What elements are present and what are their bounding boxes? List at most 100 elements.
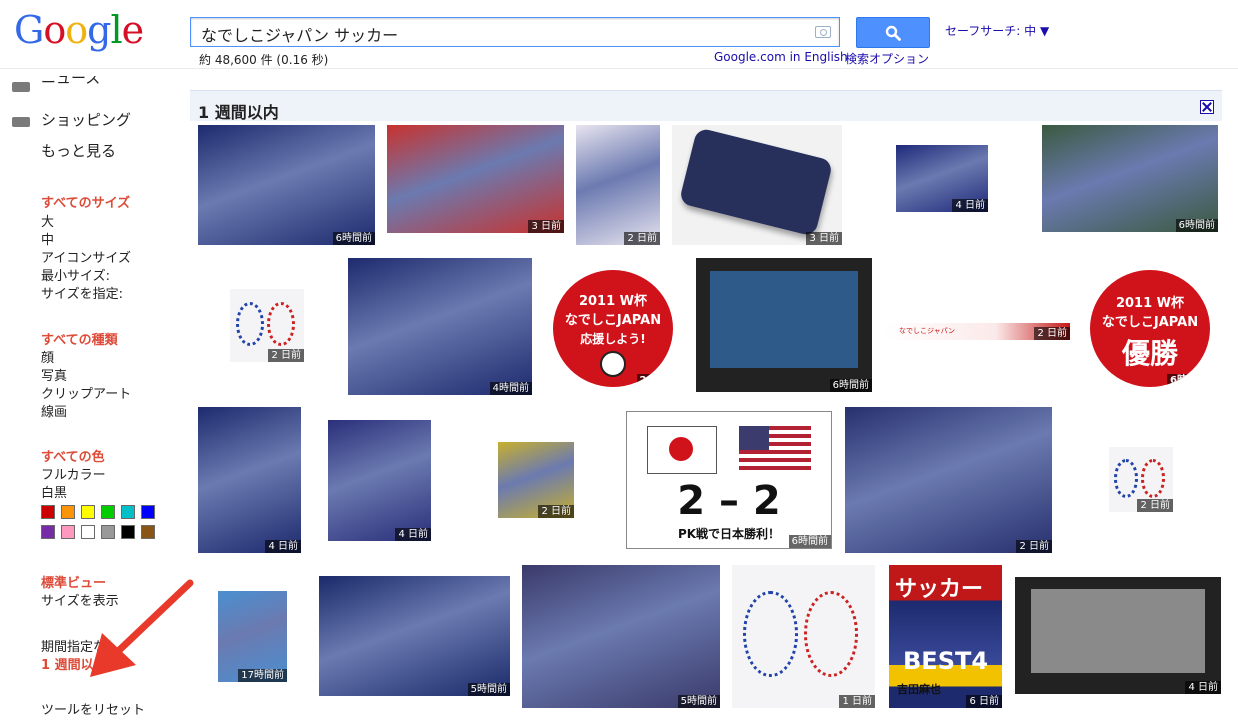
image-result-thumbnail[interactable]: サッカー BEST4 吉田麻也 6 日前 [889,565,1002,708]
tv-screen [710,271,858,368]
size-option-minimum[interactable]: 最小サイズ: [41,265,110,284]
color-swatch[interactable] [61,505,75,519]
search-options-link[interactable]: 検索オプション [845,50,929,67]
magazine-headline: BEST4 [903,647,989,675]
sidebar-item-more[interactable]: もっと見る [41,140,116,161]
close-icon[interactable] [1200,100,1214,114]
search-button[interactable] [856,17,930,48]
size-option-icon[interactable]: アイコンサイズ [41,247,131,266]
color-swatch[interactable] [41,525,55,539]
size-filter-heading[interactable]: すべてのサイズ [41,192,130,211]
search-query-text[interactable]: なでしこジャパン サッカー [201,22,398,46]
score-text: 2 – 2 [677,478,781,524]
time-filter-title: 1 週間以内 [198,103,279,122]
badge-line3: 応援しよう! [580,332,646,346]
image-result-thumbnail[interactable]: 4時間前 [348,258,532,395]
image-result-thumbnail[interactable]: 2 日前 [845,407,1052,553]
color-swatch[interactable] [81,505,95,519]
image-result-thumbnail[interactable]: 3 日前 [387,125,564,233]
time-label: 4 日前 [265,540,301,553]
image-result-thumbnail[interactable]: 4 日前 [328,420,431,541]
image-result-thumbnail[interactable]: 2 日前 [1109,447,1173,512]
type-option-photo[interactable]: 写真 [41,365,67,384]
image-result-thumbnail[interactable]: 1 日前 [732,565,875,708]
color-option-full[interactable]: フルカラー [41,464,106,483]
color-swatch[interactable] [101,505,115,519]
image-result-thumbnail[interactable]: なでしこジャパン 2 日前 [885,323,1070,340]
camera-icon[interactable] [815,26,831,38]
google-logo[interactable]: Google [14,8,144,52]
bracelet-shape [1141,458,1166,498]
image-result-thumbnail[interactable]: 5時間前 [522,565,720,708]
color-filter-heading[interactable]: すべての色 [41,446,105,465]
sidebar-item-news[interactable]: ニュース [41,76,100,88]
time-label: 4 日前 [952,199,988,212]
type-option-face[interactable]: 顔 [41,347,54,366]
image-result-thumbnail[interactable]: 2011 W杯 なでしこJAPAN 優勝 6時間前 [1090,270,1210,387]
time-label: 5時間前 [677,695,720,708]
image-result-thumbnail[interactable]: 2011 W杯 なでしこJAPAN 応援しよう! 2 日前 [553,270,673,387]
type-option-lineart[interactable]: 線画 [41,401,67,420]
time-label: 2 日前 [538,505,574,518]
time-label: 2 日前 [624,232,660,245]
safesearch-dropdown[interactable]: セーフサーチ: 中 ▼ [945,22,1049,39]
magazine-title: サッカー [895,577,984,602]
phone-case-shape [678,127,834,237]
shopping-tag-icon [12,117,30,127]
image-result-thumbnail[interactable]: 6時間前 [1042,125,1218,232]
color-swatch[interactable] [121,505,135,519]
size-option-exact[interactable]: サイズを指定: [41,283,123,302]
image-result-thumbnail[interactable]: 2 日前 [230,289,304,362]
time-label: 4 日前 [1185,681,1221,694]
color-option-bw[interactable]: 白黒 [41,482,67,501]
time-label: 2 日前 [1137,499,1173,512]
time-label: 6時間前 [829,379,872,392]
time-label: 2 日前 [636,374,673,387]
bracelet-shape [1114,458,1139,498]
size-option-large[interactable]: 大 [41,211,54,230]
search-input[interactable]: なでしこジャパン サッカー [190,17,840,47]
image-result-thumbnail[interactable]: 4 日前 [198,407,301,553]
time-label: 2 日前 [1034,327,1070,340]
image-result-thumbnail[interactable]: 4 日前 [896,145,988,212]
image-result-thumbnail[interactable]: 17時間前 [218,591,287,682]
image-result-thumbnail[interactable]: 4 日前 [1015,577,1221,694]
time-label: 3 日前 [806,232,842,245]
usa-flag-icon [739,426,811,472]
bracelet-shape [267,302,296,346]
color-swatch[interactable] [141,525,155,539]
bracelet-shape [743,590,798,677]
image-result-thumbnail[interactable]: 2 日前 [576,125,660,245]
bracelet-shape [235,302,265,346]
color-swatch[interactable] [61,525,75,539]
image-result-thumbnail[interactable]: 2 – 2 PK戦で日本勝利！ 6時間前 [626,411,832,549]
reset-tools-link[interactable]: ツールをリセット [41,699,145,718]
time-label: 6時間前 [1167,374,1210,387]
google-english-link[interactable]: Google.com in English [714,50,848,64]
color-swatch[interactable] [41,505,55,519]
image-result-thumbnail[interactable]: 5時間前 [319,576,510,696]
time-label: 6時間前 [788,535,831,548]
time-label: 2 日前 [268,349,304,362]
time-label: 6 日前 [966,695,1002,708]
type-option-clipart[interactable]: クリップアート [41,383,131,402]
badge-line2: なでしこJAPAN [1101,315,1199,330]
image-result-thumbnail[interactable]: 3 日前 [672,125,842,245]
color-swatch[interactable] [121,525,135,539]
image-result-thumbnail[interactable]: 2 日前 [498,442,574,518]
type-filter-heading[interactable]: すべての種類 [41,329,118,348]
sidebar-item-shopping[interactable]: ショッピング [41,109,131,130]
color-swatch[interactable] [141,505,155,519]
time-label: 5時間前 [467,683,510,696]
time-label: 2 日前 [1016,540,1052,553]
size-option-medium[interactable]: 中 [41,229,54,248]
soccer-ball-icon [600,351,626,377]
image-result-thumbnail[interactable]: 6時間前 [198,125,375,245]
color-swatch[interactable] [81,525,95,539]
badge-line2: なでしこJAPAN [564,313,662,328]
image-result-thumbnail[interactable]: 6時間前 [696,258,872,392]
time-label: 4 日前 [395,528,431,541]
time-filter-bar: 1 週間以内 [190,90,1222,122]
time-label: 17時間前 [238,669,287,682]
color-swatch[interactable] [101,525,115,539]
